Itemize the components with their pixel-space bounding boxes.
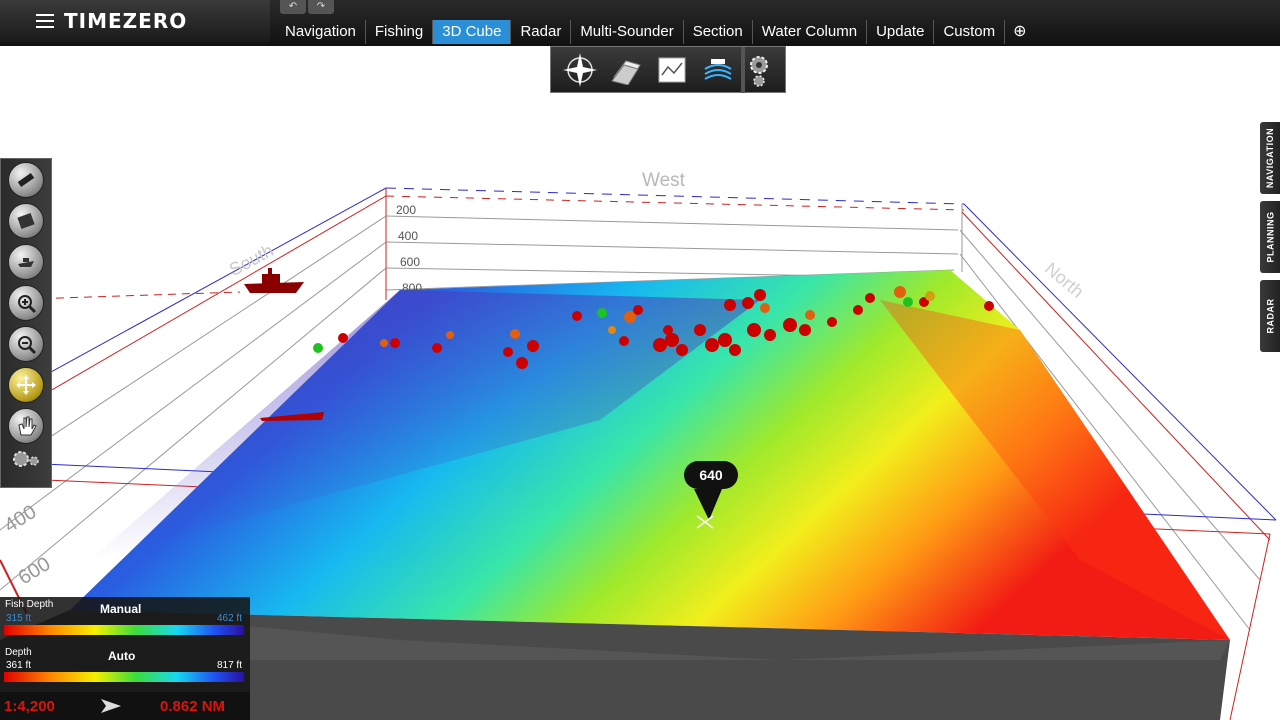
tab-radar[interactable]: Radar: [511, 20, 572, 44]
depth-label: Depth: [5, 647, 32, 658]
chart-scale: 1:4,200: [4, 698, 55, 715]
depth-label: 600: [400, 255, 421, 269]
direction-west: West: [642, 170, 685, 191]
tab-section[interactable]: Section: [684, 20, 753, 44]
add-tab-button[interactable]: ⊕: [1005, 20, 1034, 44]
workspace-tabs: Navigation Fishing 3D Cube Radar Multi-S…: [276, 20, 1035, 44]
route-icon[interactable]: [1, 159, 51, 200]
tab-custom[interactable]: Custom: [934, 20, 1006, 44]
undo-button[interactable]: ↶: [280, 0, 306, 14]
chart-range: 0.862 NM: [160, 698, 226, 715]
fish-depth-color-bar: [4, 625, 244, 635]
fish-depth-min: 315 ft: [6, 613, 32, 624]
move-icon[interactable]: [1, 364, 51, 405]
scale-bar: 1:4,200 0.862 NM: [0, 692, 250, 720]
direction-arrow-icon: [100, 698, 122, 719]
undo-redo: ↶ ↷: [280, 0, 336, 16]
side-tab-planning[interactable]: PLANNING: [1260, 201, 1280, 273]
side-tab-navigation[interactable]: NAVIGATION: [1260, 122, 1280, 194]
side-tab-label: RADAR: [1265, 298, 1275, 334]
zoom-out-icon[interactable]: [1, 323, 51, 364]
depth-label: 400: [398, 229, 419, 243]
tab-water-column[interactable]: Water Column: [753, 20, 868, 44]
fish-depth-max: 462 ft: [216, 613, 242, 624]
event-icon[interactable]: [1, 200, 51, 241]
brand-area: TIMEZERO: [0, 0, 270, 42]
zoom-in-icon[interactable]: [1, 282, 51, 323]
left-tool-strip: [0, 158, 52, 488]
tab-3d-cube[interactable]: 3D Cube: [433, 20, 512, 44]
chart-icon[interactable]: [649, 50, 695, 90]
ribbon-toolbar: [550, 46, 786, 93]
boat-icon[interactable]: [1, 241, 51, 282]
tab-navigation[interactable]: Navigation: [276, 20, 366, 44]
fish-depth-label: Fish Depth: [5, 599, 54, 610]
tab-multi-sounder[interactable]: Multi-Sounder: [571, 20, 684, 44]
side-tab-label: PLANNING: [1265, 211, 1275, 263]
redo-button[interactable]: ↷: [308, 0, 334, 14]
menu-icon[interactable]: [36, 14, 54, 28]
compass-rose-icon[interactable]: [557, 50, 603, 90]
hand-icon[interactable]: [1, 405, 51, 446]
cursor-depth-bubble: 640: [684, 461, 738, 489]
depth-max: 817 ft: [216, 660, 242, 671]
side-tab-radar[interactable]: RADAR: [1260, 280, 1280, 352]
tab-update[interactable]: Update: [867, 20, 935, 44]
fish-depth-mode: Manual: [100, 602, 142, 616]
tools-settings-icon[interactable]: [1, 446, 51, 472]
depth-label: 800: [402, 281, 423, 295]
depth-mode: Auto: [108, 649, 136, 663]
app-title: TIMEZERO: [64, 9, 188, 33]
depth-label: 200: [396, 203, 417, 217]
layers-icon[interactable]: [603, 50, 649, 90]
depth-color-bar: [4, 672, 244, 682]
depth-min: 361 ft: [6, 660, 32, 671]
sounder-icon[interactable]: [695, 50, 741, 90]
side-tab-label: NAVIGATION: [1265, 127, 1276, 189]
tab-fishing[interactable]: Fishing: [366, 20, 434, 44]
app-window: West South North 200 400 600 800 400 600…: [0, 0, 1280, 720]
toolbar-settings-icon[interactable]: [745, 50, 773, 90]
own-vessel-icon: [244, 268, 304, 293]
